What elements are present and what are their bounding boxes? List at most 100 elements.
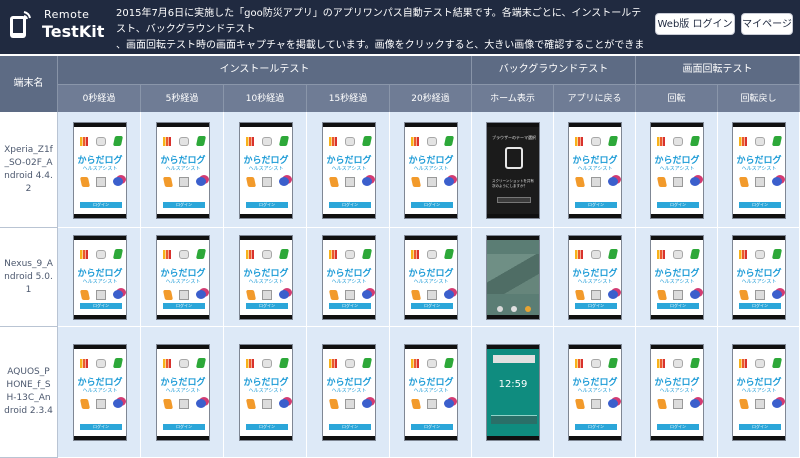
app-screenshot-thumbnail[interactable]: からだログ ヘルスアシスト ログイン: [156, 235, 210, 320]
bar-chart-icon: [657, 250, 665, 259]
status-bar: [323, 236, 375, 240]
app-screenshot-thumbnail[interactable]: からだログ ヘルスアシスト ログイン: [73, 122, 127, 219]
exercise-icon: [79, 177, 91, 187]
nav-bar: [323, 214, 375, 218]
app-screenshot-thumbnail[interactable]: からだログ ヘルスアシスト ログイン: [156, 122, 210, 219]
runner-icon: [278, 136, 290, 146]
status-bar: [323, 123, 375, 127]
scale-icon: [427, 137, 437, 146]
web-login-button[interactable]: Web版 ログイン: [655, 13, 735, 35]
nav-bar: [487, 436, 539, 440]
app-screenshot-thumbnail[interactable]: からだログ ヘルスアシスト ログイン: [732, 235, 786, 320]
runner-icon: [361, 358, 373, 368]
app-screenshot-thumbnail[interactable]: からだログ ヘルスアシスト ログイン: [322, 235, 376, 320]
app-subtitle: ヘルスアシスト: [413, 279, 449, 285]
bar-chart-icon: [329, 137, 337, 146]
home-screenshot-thumbnail[interactable]: 12:59: [486, 344, 540, 441]
search-bar: [493, 355, 535, 363]
status-bar: [74, 123, 126, 127]
logo-icon: [10, 11, 31, 38]
home-screenshot-thumbnail[interactable]: ブラウザーのテーマ選択 スクリーンショットを共有 次のようにしますか？: [486, 122, 540, 219]
app-subtitle: ヘルスアシスト: [165, 279, 201, 285]
app-screenshot-thumbnail[interactable]: からだログ ヘルスアシスト ログイン: [404, 344, 458, 441]
bar-chart-icon: [329, 359, 337, 368]
bar-chart-icon: [246, 137, 254, 146]
app-screenshot-thumbnail[interactable]: からだログ ヘルスアシスト ログイン: [404, 235, 458, 320]
nav-bar: [733, 214, 785, 218]
app-screenshot-thumbnail[interactable]: からだログ ヘルスアシスト ログイン: [650, 235, 704, 320]
app-subtitle: ヘルスアシスト: [413, 166, 449, 172]
app-screenshot-thumbnail[interactable]: からだログ ヘルスアシスト ログイン: [650, 122, 704, 219]
screenshot-cell: からだログ ヘルスアシスト ログイン: [58, 228, 141, 327]
app-subtitle: ヘルスアシスト: [577, 166, 613, 172]
runner-icon: [607, 249, 619, 259]
device-name-cell: Xperia_Z1f_SO-02F_Android 4.4.2: [0, 112, 58, 228]
exercise-icon: [79, 290, 91, 300]
nav-bar: [405, 315, 457, 319]
screenshot-cell: からだログ ヘルスアシスト ログイン: [141, 112, 224, 228]
chat-icon: [279, 290, 289, 299]
bar-chart-icon: [163, 250, 171, 259]
screenshot-cell: からだログ ヘルスアシスト ログイン: [390, 327, 472, 458]
home-screenshot-thumbnail[interactable]: [486, 235, 540, 320]
scale-icon: [96, 359, 106, 368]
scale-icon: [179, 359, 189, 368]
screenshot-cell: からだログ ヘルスアシスト ログイン: [636, 228, 718, 327]
nav-bar: [74, 436, 126, 440]
screenshot-cell: からだログ ヘルスアシスト ログイン: [224, 112, 307, 228]
mypage-button[interactable]: マイページ: [741, 13, 793, 35]
chat-icon: [113, 177, 123, 186]
login-button-preview: ログイン: [163, 303, 205, 309]
login-button-preview: ログイン: [80, 424, 122, 430]
app-screenshot-thumbnail[interactable]: からだログ ヘルスアシスト ログイン: [239, 344, 293, 441]
remote-testkit-logo[interactable]: Remote TestKit: [4, 6, 114, 48]
app-screenshot-thumbnail[interactable]: からだログ ヘルスアシスト ログイン: [73, 344, 127, 441]
camera-icon: [673, 290, 683, 300]
app-subtitle: ヘルスアシスト: [331, 279, 367, 285]
app-screenshot-thumbnail[interactable]: からだログ ヘルスアシスト ログイン: [650, 344, 704, 441]
clock-text: 12:59: [498, 379, 528, 390]
status-bar: [240, 345, 292, 349]
bar-chart-icon: [657, 359, 665, 368]
status-bar: [323, 345, 375, 349]
chat-icon: [608, 177, 618, 186]
app-subtitle: ヘルスアシスト: [248, 279, 284, 285]
runner-icon: [195, 136, 207, 146]
status-bar: [487, 123, 539, 127]
scale-icon: [427, 250, 437, 259]
column-header-0: 0秒経過: [58, 84, 141, 112]
nav-bar: [323, 315, 375, 319]
app-screenshot-thumbnail[interactable]: からだログ ヘルスアシスト ログイン: [732, 344, 786, 441]
app-screenshot-thumbnail[interactable]: からだログ ヘルスアシスト ログイン: [568, 122, 622, 219]
exercise-icon: [328, 177, 340, 187]
chat-icon: [444, 399, 454, 408]
runner-icon: [689, 358, 701, 368]
exercise-icon: [574, 399, 586, 409]
app-screenshot-thumbnail[interactable]: からだログ ヘルスアシスト ログイン: [568, 344, 622, 441]
runner-icon: [278, 249, 290, 259]
screenshot-cell: からだログ ヘルスアシスト ログイン: [390, 228, 472, 327]
login-button-preview: ログイン: [246, 424, 288, 430]
camera-icon: [262, 177, 272, 187]
app-screenshot-thumbnail[interactable]: からだログ ヘルスアシスト ログイン: [732, 122, 786, 219]
camera-icon: [427, 290, 437, 300]
app-screenshot-thumbnail[interactable]: からだログ ヘルスアシスト ログイン: [404, 122, 458, 219]
scale-icon: [96, 250, 106, 259]
screenshot-cell: からだログ ヘルスアシスト ログイン: [307, 112, 390, 228]
exercise-icon: [245, 399, 257, 409]
camera-icon: [345, 177, 355, 187]
app-screenshot-thumbnail[interactable]: からだログ ヘルスアシスト ログイン: [322, 122, 376, 219]
app-screenshot-thumbnail[interactable]: からだログ ヘルスアシスト ログイン: [156, 344, 210, 441]
app-screenshot-thumbnail[interactable]: からだログ ヘルスアシスト ログイン: [239, 122, 293, 219]
app-screenshot-thumbnail[interactable]: からだログ ヘルスアシスト ログイン: [322, 344, 376, 441]
app-screenshot-thumbnail[interactable]: からだログ ヘルスアシスト ログイン: [73, 235, 127, 320]
app-screenshot-thumbnail[interactable]: からだログ ヘルスアシスト ログイン: [239, 235, 293, 320]
nav-bar: [569, 315, 621, 319]
app-screenshot-thumbnail[interactable]: からだログ ヘルスアシスト ログイン: [568, 235, 622, 320]
dialog-button: [497, 197, 531, 203]
dialog-title: ブラウザーのテーマ選択: [492, 135, 536, 140]
app-subtitle: ヘルスアシスト: [82, 279, 118, 285]
chat-icon: [772, 290, 782, 299]
nav-bar: [651, 214, 703, 218]
exercise-icon: [162, 399, 174, 409]
